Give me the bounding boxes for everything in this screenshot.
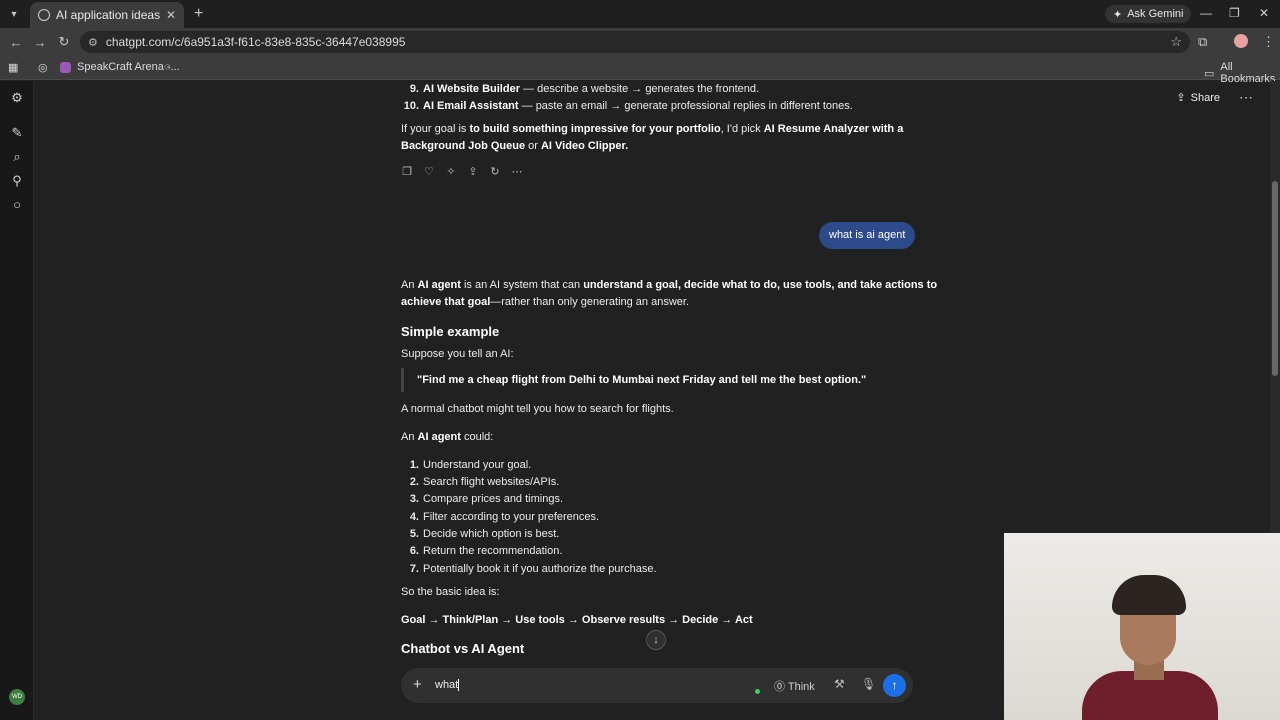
share-message-icon[interactable]: ⇪ bbox=[467, 165, 479, 178]
add-attachment-icon[interactable]: + bbox=[413, 676, 422, 693]
section-heading: Chatbot vs AI Agent bbox=[401, 641, 525, 656]
close-tab-icon[interactable]: ✕ bbox=[166, 8, 176, 22]
tools-icon[interactable]: ⚒ bbox=[834, 677, 845, 691]
more-icon[interactable]: ⋯ bbox=[511, 165, 523, 178]
browser-toolbar: ← → ↻ ⚙ chatgpt.com/c/6a951a3f-f61c-83e8… bbox=[0, 28, 1280, 56]
bookmarks-bar: ▦ ◎ SpeakCraft Arena -... ◌ ▭ All Bookma… bbox=[0, 56, 1280, 85]
webcam-overlay bbox=[1004, 533, 1280, 720]
bookmark-star-icon[interactable]: ☆ bbox=[1170, 34, 1182, 50]
url-text: chatgpt.com/c/6a951a3f-f61c-83e8-835c-36… bbox=[105, 35, 406, 49]
browser-tab-bar: ▾ AI application ideas ✕ + ✦ Ask Gemini … bbox=[0, 0, 1280, 28]
bulb-icon: ⓪ bbox=[774, 681, 785, 693]
ask-gemini-button[interactable]: ✦ Ask Gemini bbox=[1105, 5, 1192, 23]
paragraph: A normal chatbot might tell you how to s… bbox=[401, 403, 674, 415]
search-icon[interactable]: ⌕ bbox=[10, 150, 24, 164]
list-item: 9. AI Website Builder — describe a websit… bbox=[409, 83, 760, 95]
message-actions: ❐ ♡ ✧ ⇪ ↻ ⋯ bbox=[401, 165, 523, 178]
browser-tab[interactable]: AI application ideas ✕ bbox=[30, 2, 184, 28]
thumbs-down-icon[interactable]: ✧ bbox=[445, 165, 457, 178]
share-button[interactable]: ⇪ Share bbox=[1176, 91, 1220, 105]
think-button[interactable]: ⓪ Think bbox=[774, 678, 815, 694]
forward-icon[interactable]: → bbox=[28, 35, 52, 50]
user-avatar[interactable]: WD bbox=[9, 689, 25, 705]
microphone-icon[interactable]: 🎙 bbox=[861, 677, 876, 691]
paragraph: So the basic idea is: bbox=[401, 586, 500, 598]
paragraph: If your goal is to build something impre… bbox=[401, 123, 904, 135]
reload-icon[interactable]: ↻ bbox=[52, 34, 76, 50]
list-item: 1. Understand your goal. bbox=[409, 459, 532, 471]
new-tab-icon[interactable]: + bbox=[194, 5, 203, 23]
pin-icon[interactable]: ⚲ bbox=[10, 174, 24, 188]
message-composer: + what ⓪ Think ⚒ 🎙 ↑ bbox=[401, 668, 913, 703]
bookmark-chatgpt-icon[interactable]: ◎ bbox=[38, 61, 48, 74]
thumbs-up-icon[interactable]: ♡ bbox=[423, 165, 435, 178]
list-item: 10. AI Email Assistant — paste an email →… bbox=[403, 100, 853, 112]
speakcraft-icon bbox=[60, 61, 71, 73]
send-button[interactable]: ↑ bbox=[883, 674, 906, 697]
new-chat-icon[interactable]: ✎ bbox=[10, 126, 24, 140]
copy-icon[interactable]: ❐ bbox=[401, 165, 413, 178]
blockquote: "Find me a cheap flight from Delhi to Mu… bbox=[401, 368, 866, 392]
minimize-icon[interactable]: — bbox=[1200, 6, 1212, 20]
ask-gemini-label: Ask Gemini bbox=[1127, 8, 1184, 20]
section-heading: Simple example bbox=[401, 324, 500, 339]
prompt-input[interactable]: what bbox=[435, 679, 460, 692]
back-icon[interactable]: ← bbox=[4, 35, 28, 50]
folder-icon: ▭ bbox=[1204, 67, 1215, 80]
list-item: 6. Return the recommendation. bbox=[409, 545, 563, 557]
share-icon: ⇪ bbox=[1176, 92, 1186, 104]
paragraph: An AI agent could: bbox=[401, 431, 494, 443]
bookmark-speakcraft[interactable]: SpeakCraft Arena -... bbox=[60, 61, 180, 73]
flow-line: Goal → Think/Plan → Use tools → Observe … bbox=[401, 614, 753, 626]
address-bar[interactable]: ⚙ chatgpt.com/c/6a951a3f-f61c-83e8-835c-… bbox=[80, 31, 1190, 53]
apps-grid-icon[interactable]: ▦ bbox=[8, 61, 18, 74]
list-item: 7. Potentially book it if you authorize t… bbox=[409, 563, 657, 575]
tab-title: AI application ideas bbox=[56, 8, 161, 22]
paragraph: An AI agent is an AI system that can und… bbox=[401, 279, 938, 291]
scroll-down-button[interactable]: ↓ bbox=[646, 630, 666, 650]
extensions-icon[interactable]: ⧉ bbox=[1198, 34, 1207, 50]
chat-bubble-icon[interactable]: ○ bbox=[10, 198, 24, 212]
status-dot bbox=[755, 689, 760, 694]
paragraph: achieve that goal—rather than only gener… bbox=[401, 296, 690, 308]
tab-search-icon[interactable]: ▾ bbox=[4, 4, 24, 24]
openai-logo-icon[interactable]: ⚙ bbox=[10, 91, 24, 105]
profile-avatar[interactable] bbox=[1234, 34, 1248, 48]
chatgpt-sidebar: ⚙ ✎ ⌕ ⚲ ○ WD bbox=[0, 81, 34, 720]
scrollbar-thumb[interactable] bbox=[1272, 181, 1278, 376]
share-label: Share bbox=[1190, 91, 1220, 104]
think-label: Think bbox=[787, 681, 815, 693]
gemini-sparkle-icon: ✦ bbox=[1113, 8, 1123, 21]
list-item: 2. Search flight websites/APIs. bbox=[409, 476, 560, 488]
browser-menu-icon[interactable]: ⋮ bbox=[1262, 34, 1275, 50]
user-message: what is ai agent bbox=[819, 222, 916, 249]
loading-spinner-icon: ◌ bbox=[164, 61, 171, 73]
chatgpt-favicon-icon bbox=[38, 9, 50, 21]
site-info-icon[interactable]: ⚙ bbox=[88, 36, 98, 49]
restore-icon[interactable]: ❐ bbox=[1229, 6, 1240, 20]
list-item: 4. Filter according to your preferences. bbox=[409, 511, 600, 523]
paragraph: Background Job Queue or AI Video Clipper… bbox=[401, 140, 629, 152]
regenerate-icon[interactable]: ↻ bbox=[489, 165, 501, 178]
close-window-icon[interactable]: ✕ bbox=[1259, 6, 1269, 20]
list-item: 3. Compare prices and timings. bbox=[409, 493, 564, 505]
more-options-icon[interactable]: ⋯ bbox=[1239, 89, 1253, 106]
list-item: 5. Decide which option is best. bbox=[409, 528, 560, 540]
paragraph: Suppose you tell an AI: bbox=[401, 348, 514, 360]
